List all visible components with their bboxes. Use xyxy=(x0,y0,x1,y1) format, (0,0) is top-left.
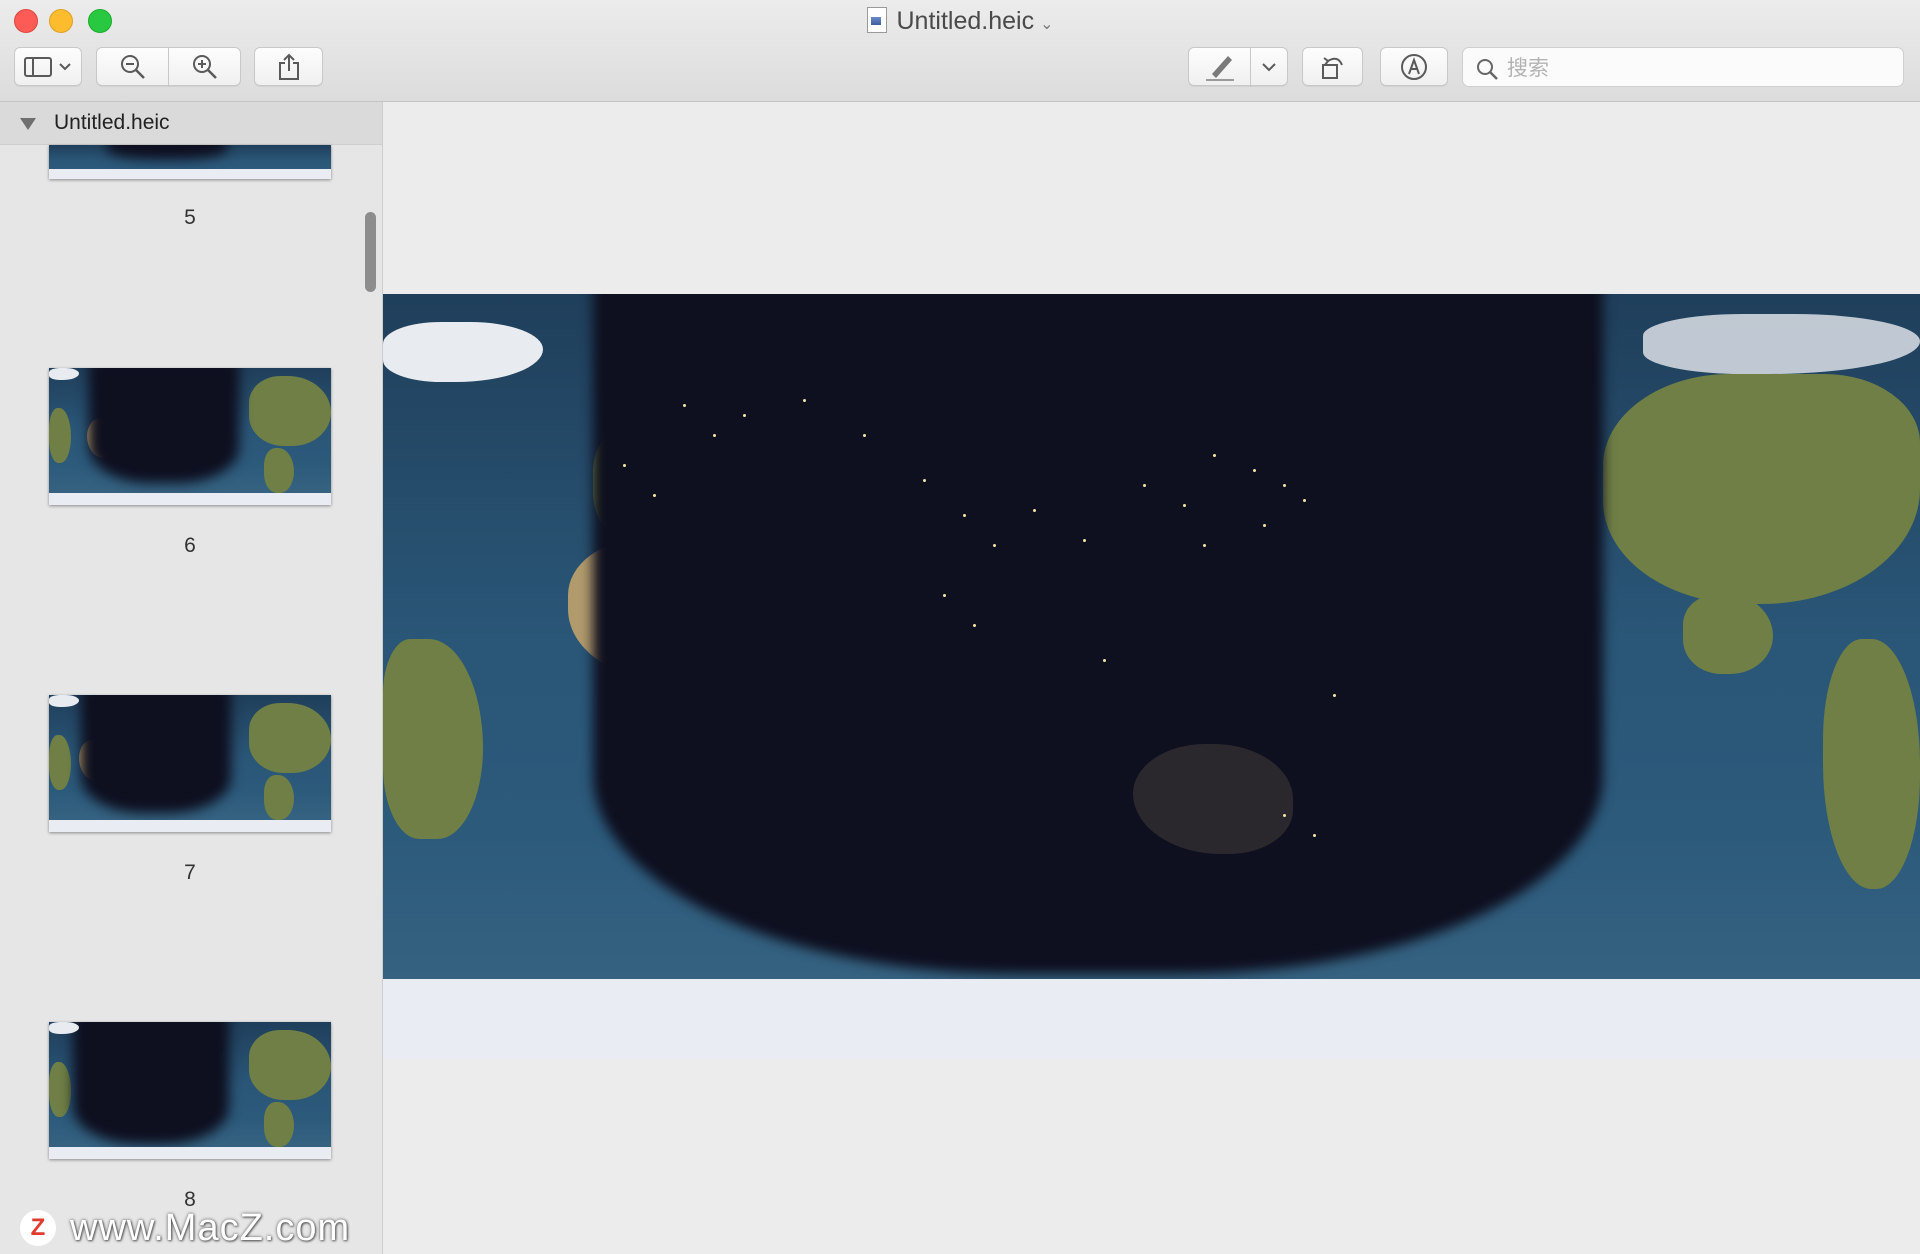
zoom-in-button[interactable] xyxy=(168,47,241,86)
zoom-in-icon xyxy=(192,54,217,79)
page-number-5: 5 xyxy=(184,206,196,229)
rotate-icon xyxy=(1321,56,1343,79)
search-input[interactable] xyxy=(1505,52,1889,84)
search-icon xyxy=(1477,59,1498,80)
sidebar-toggle-button[interactable] xyxy=(14,47,82,86)
disclosure-triangle-icon[interactable] xyxy=(20,118,36,130)
thumbnail-sidebar: Untitled.heic 5 6 7 8 xyxy=(0,102,383,1254)
watermark-text: www.MacZ.com xyxy=(70,1206,351,1249)
window-title[interactable]: Untitled.heic ⌄ xyxy=(0,6,1920,40)
sidebar-document-label: Untitled.heic xyxy=(54,111,170,134)
highlight-button[interactable] xyxy=(1188,47,1251,86)
rotate-button[interactable] xyxy=(1302,47,1363,86)
page-thumbnail-8[interactable] xyxy=(49,1022,331,1159)
sidebar-scrollbar[interactable] xyxy=(365,212,376,292)
share-icon xyxy=(278,53,299,80)
page-thumbnail-6[interactable] xyxy=(49,368,331,505)
title-bar: Untitled.heic ⌄ xyxy=(0,0,1920,102)
page-thumbnail-7[interactable] xyxy=(49,695,331,832)
world-map-image xyxy=(383,294,1920,1059)
highlight-options-button[interactable] xyxy=(1250,47,1288,86)
window-title-text: Untitled.heic xyxy=(896,7,1035,35)
image-view xyxy=(383,102,1920,1254)
page-thumbnail-5[interactable] xyxy=(49,145,331,179)
watermark: Z www.MacZ.com xyxy=(20,1206,351,1249)
zoom-out-button[interactable] xyxy=(96,47,169,86)
markup-icon xyxy=(1401,53,1427,80)
chevron-down-icon xyxy=(1262,62,1276,71)
page-number-7: 7 xyxy=(184,861,196,884)
sidebar-header[interactable]: Untitled.heic xyxy=(0,102,382,145)
zoom-out-icon xyxy=(120,54,145,79)
document-icon xyxy=(866,7,887,33)
page-number-6: 6 xyxy=(184,534,196,557)
share-button[interactable] xyxy=(254,47,323,86)
markup-button[interactable] xyxy=(1380,47,1448,86)
search-field[interactable] xyxy=(1462,47,1904,87)
title-chevron-down-icon: ⌄ xyxy=(1040,16,1054,33)
watermark-logo: Z xyxy=(20,1210,56,1246)
pen-icon xyxy=(1205,55,1234,81)
sidebar-icon xyxy=(24,56,71,77)
